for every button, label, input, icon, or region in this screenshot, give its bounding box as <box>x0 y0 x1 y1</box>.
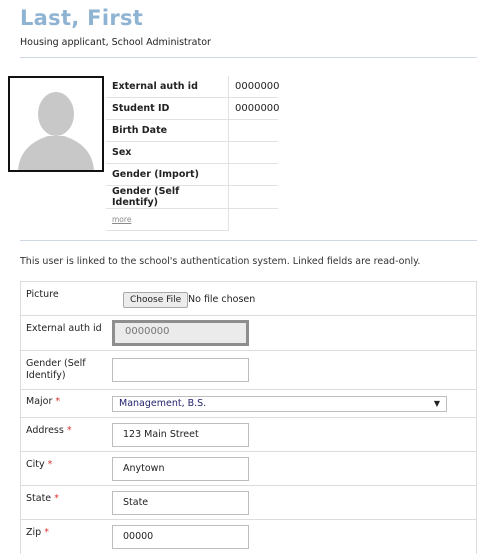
info-label: Sex <box>106 141 229 164</box>
form-row-gender: Gender (Self Identify) <box>20 351 477 390</box>
required-marker: * <box>55 396 61 407</box>
field-label: External auth id <box>26 323 102 334</box>
info-label: Gender (Import) <box>106 163 229 186</box>
info-row: Student ID 0000000 <box>106 97 280 120</box>
profile-info-table: External auth id 0000000 Student ID 0000… <box>106 76 280 231</box>
info-row: Birth Date <box>106 119 278 142</box>
info-label: Birth Date <box>106 119 229 142</box>
person-silhouette-icon <box>10 78 102 170</box>
state-field[interactable]: State <box>112 491 249 515</box>
field-label: State * <box>26 493 59 504</box>
info-value: 0000000 <box>235 103 280 114</box>
divider <box>20 57 477 58</box>
info-row: External auth id 0000000 <box>106 76 280 98</box>
form-row-picture: Picture Choose File No file chosen <box>20 282 477 316</box>
field-label: Major * <box>26 396 61 407</box>
required-marker: * <box>47 459 53 470</box>
form-row-major: Major * Management, B.S. ▼ <box>20 390 477 418</box>
required-marker: * <box>66 425 72 436</box>
linked-notice: This user is linked to the school's auth… <box>20 256 421 267</box>
page-title: Last, First <box>20 6 144 30</box>
user-roles: Housing applicant, School Administrator <box>20 37 211 48</box>
external-auth-field: 0000000 <box>112 320 249 346</box>
field-label: Gender (Self Identify) <box>26 358 86 381</box>
info-label: Student ID <box>106 97 229 120</box>
info-row: Gender (Import) <box>106 163 278 186</box>
required-marker: * <box>44 527 49 538</box>
gender-self-identify-field[interactable] <box>112 358 249 382</box>
major-select[interactable]: Management, B.S. ▼ <box>112 396 447 412</box>
more-link[interactable]: more <box>112 215 131 224</box>
info-row: Sex <box>106 141 278 164</box>
form-row-zip: Zip * 00000 <box>20 520 477 554</box>
field-label: Address * <box>26 425 72 436</box>
dropdown-arrow-icon: ▼ <box>433 399 440 408</box>
form-row-address: Address * 123 Main Street <box>20 418 477 452</box>
user-form: Picture Choose File No file chosen Exter… <box>20 281 477 554</box>
form-row-state: State * State <box>20 486 477 520</box>
file-status: No file chosen <box>188 294 256 305</box>
form-row-city: City * Anytown <box>20 452 477 486</box>
major-value: Management, B.S. <box>119 398 207 409</box>
form-row-external-auth: External auth id 0000000 <box>20 316 477 351</box>
info-value: 0000000 <box>235 81 280 92</box>
info-row: Gender (Self Identify) <box>106 185 278 209</box>
field-label: Picture <box>26 289 59 300</box>
required-marker: * <box>54 493 59 504</box>
address-field[interactable]: 123 Main Street <box>112 423 249 447</box>
avatar <box>8 76 104 172</box>
field-label: Zip * <box>26 527 49 538</box>
city-field[interactable]: Anytown <box>112 457 249 481</box>
zip-field[interactable]: 00000 <box>112 525 249 549</box>
choose-file-button[interactable]: Choose File <box>123 292 189 308</box>
info-label: Gender (Self Identify) <box>106 185 229 209</box>
divider <box>20 240 477 241</box>
field-label: City * <box>26 459 53 470</box>
info-label: External auth id <box>106 76 229 98</box>
